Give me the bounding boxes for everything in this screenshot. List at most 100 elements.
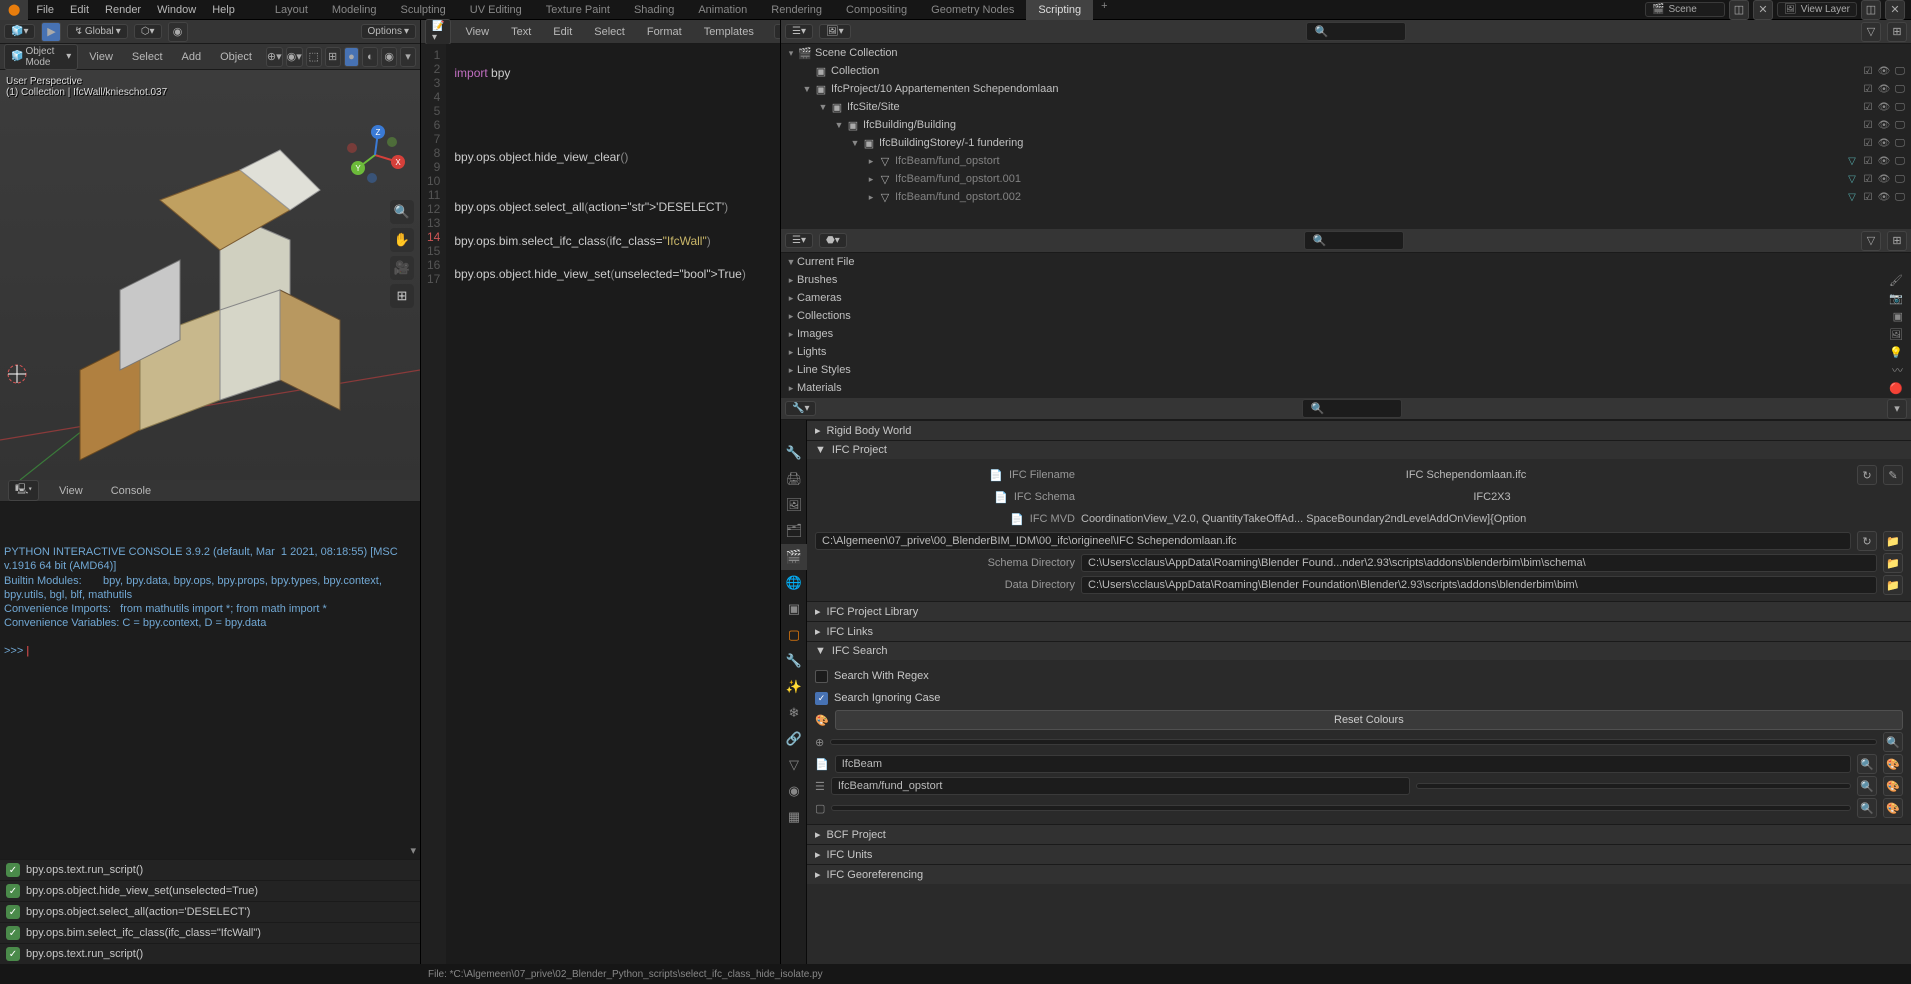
ops-row[interactable]: ✓bpy.ops.object.hide_view_set(unselected… — [0, 880, 420, 901]
te-edit[interactable]: Edit — [545, 22, 580, 42]
hide-icon[interactable]: 👁 — [1877, 138, 1891, 149]
hide-icon[interactable]: 👁 — [1877, 192, 1891, 203]
outliner-filter-icon[interactable]: ▽ — [1861, 22, 1881, 42]
info-view-menu[interactable]: View — [51, 481, 91, 501]
regex-checkbox[interactable] — [815, 670, 828, 683]
modifier-icon[interactable]: ▽ — [1845, 156, 1859, 167]
scene-new-icon[interactable]: ◫ — [1729, 0, 1749, 20]
exclude-icon[interactable]: ☑ — [1861, 84, 1875, 95]
palette-icon[interactable]: 🎨 — [1883, 754, 1903, 774]
scene-del-icon[interactable]: ✕ — [1753, 0, 1773, 20]
disable-icon[interactable]: 🖵 — [1893, 102, 1907, 113]
fb-search[interactable]: 🔍 — [1304, 231, 1404, 250]
hide-icon[interactable]: 👁 — [1877, 102, 1891, 113]
props-search[interactable]: 🔍 — [1302, 399, 1402, 418]
exclude-icon[interactable]: ☑ — [1861, 156, 1875, 167]
section-ifcunits[interactable]: ▸IFC Units — [807, 844, 1911, 864]
ptab-object-icon[interactable]: ▢ — [781, 622, 807, 648]
disable-icon[interactable]: 🖵 — [1893, 120, 1907, 131]
pan-icon[interactable]: ✋ — [390, 228, 414, 252]
search-icon[interactable]: 🔍 — [1857, 776, 1877, 796]
info-console-menu[interactable]: Console — [103, 481, 159, 501]
scene-selector[interactable]: 🎬Scene — [1645, 2, 1725, 17]
tab-uv[interactable]: UV Editing — [458, 0, 534, 20]
ptab-world-icon[interactable]: 🌐 — [781, 570, 807, 596]
search-row-4[interactable] — [831, 805, 1851, 811]
outliner-item[interactable]: ▼▣IfcBuildingStorey/-1 fundering☑👁🖵 — [781, 134, 1911, 152]
file-browser[interactable]: ▼Current File ▸Brushes🖌▸Cameras📷▸Collect… — [781, 253, 1911, 398]
reset-colours-button[interactable]: Reset Colours — [835, 710, 1903, 730]
shade-opts-icon[interactable]: ▾ — [400, 47, 416, 67]
fb-item[interactable]: ▸Lights💡 — [781, 343, 1911, 361]
shade-wire-icon[interactable]: ⊞ — [325, 47, 341, 67]
ptab-particle-icon[interactable]: ✨ — [781, 674, 807, 700]
section-bcf[interactable]: ▸BCF Project — [807, 824, 1911, 844]
ifc-filepath[interactable]: C:\Algemeen\07_prive\00_BlenderBIM_IDM\0… — [815, 532, 1851, 550]
te-select[interactable]: Select — [586, 22, 633, 42]
ptab-output-icon[interactable]: 🖼 — [781, 492, 807, 518]
tab-rendering[interactable]: Rendering — [759, 0, 834, 20]
te-view[interactable]: View — [457, 22, 497, 42]
reload-icon[interactable]: ↻ — [1857, 465, 1877, 485]
fb-type-icon[interactable]: ☰▾ — [785, 233, 813, 248]
ptab-viewlayer-icon[interactable]: 🗂 — [781, 518, 807, 544]
search-row-2[interactable]: IfcBeam — [835, 755, 1851, 773]
edit-icon[interactable]: ✎ — [1883, 465, 1903, 485]
ptab-data-icon[interactable]: ▽ — [781, 752, 807, 778]
ptab-collection-icon[interactable]: ▣ — [781, 596, 807, 622]
section-ifcgeo[interactable]: ▸IFC Georeferencing — [807, 864, 1911, 884]
search-icon[interactable]: 🔍 — [1883, 732, 1903, 752]
text-editor[interactable]: 1234567891011121314151617 import bpy bpy… — [421, 44, 780, 964]
outliner-root[interactable]: ▾🎬 Scene Collection — [781, 44, 1911, 62]
menu-file[interactable]: File — [28, 0, 62, 20]
outliner-item[interactable]: ▸▽IfcBeam/fund_opstort.002▽☑👁🖵 — [781, 188, 1911, 206]
overlay-icon[interactable]: ◉▾ — [286, 47, 303, 67]
disable-icon[interactable]: 🖵 — [1893, 84, 1907, 95]
persp-icon[interactable]: ⊞ — [390, 284, 414, 308]
blender-icon[interactable]: ⬤ — [0, 0, 28, 20]
folder-icon[interactable]: 📁 — [1883, 531, 1903, 551]
tab-modeling[interactable]: Modeling — [320, 0, 389, 20]
outliner-item[interactable]: ▸▽IfcBeam/fund_opstort.001▽☑👁🖵 — [781, 170, 1911, 188]
snap-toggle[interactable]: ⬡▾ — [134, 24, 162, 39]
3d-viewport[interactable]: User Perspective (1) Collection | IfcWal… — [0, 70, 420, 480]
outliner-item[interactable]: ▣Collection☑👁🖵 — [781, 62, 1911, 80]
ptab-physics-icon[interactable]: ❄ — [781, 700, 807, 726]
search-row-3[interactable]: IfcBeam/fund_opstort — [831, 777, 1410, 795]
outliner-item[interactable]: ▸▽IfcBeam/fund_opstort▽☑👁🖵 — [781, 152, 1911, 170]
menu-help[interactable]: Help — [204, 0, 243, 20]
disable-icon[interactable]: 🖵 — [1893, 66, 1907, 77]
outliner-item[interactable]: ▼▣IfcProject/10 Appartementen Schependom… — [781, 80, 1911, 98]
section-rbw[interactable]: ▸Rigid Body World — [807, 420, 1911, 440]
te-text[interactable]: Text — [503, 22, 539, 42]
palette-icon[interactable]: 🎨 — [1883, 776, 1903, 796]
fb-item[interactable]: ▸Collections▣ — [781, 307, 1911, 325]
vp-object-menu[interactable]: Object — [212, 47, 260, 67]
zoom-icon[interactable]: 🔍 — [390, 200, 414, 224]
exclude-icon[interactable]: ☑ — [1861, 102, 1875, 113]
tab-scripting[interactable]: Scripting — [1026, 0, 1093, 20]
python-console[interactable]: PYTHON INTERACTIVE CONSOLE 3.9.2 (defaul… — [0, 502, 420, 859]
disable-icon[interactable]: 🖵 — [1893, 156, 1907, 167]
hide-icon[interactable]: 👁 — [1877, 174, 1891, 185]
hide-icon[interactable]: 👁 — [1877, 84, 1891, 95]
menu-window[interactable]: Window — [149, 0, 204, 20]
te-format[interactable]: Format — [639, 22, 690, 42]
fb-mode-icon[interactable]: ⬣▾ — [819, 233, 847, 248]
camera-icon[interactable]: 🎥 — [390, 256, 414, 280]
outliner-search[interactable]: 🔍 — [1306, 22, 1406, 41]
outliner-mode-icon[interactable]: 🖼▾ — [819, 24, 851, 39]
menu-render[interactable]: Render — [97, 0, 149, 20]
fb-filter-icon[interactable]: ▽ — [1861, 231, 1881, 251]
vp-add-menu[interactable]: Add — [174, 47, 210, 67]
orientation-select[interactable]: ↯ Global ▾ — [67, 24, 127, 39]
ptab-scene-icon[interactable]: 🎬 — [781, 544, 807, 570]
search-icon[interactable]: 🔍 — [1857, 798, 1877, 818]
props-type-icon[interactable]: 🔧▾ — [785, 401, 816, 416]
shade-render-icon[interactable]: ◉ — [381, 47, 397, 67]
reload2-icon[interactable]: ↻ — [1857, 531, 1877, 551]
shade-solid-icon[interactable]: ● — [344, 47, 360, 67]
tab-texpaint[interactable]: Texture Paint — [534, 0, 622, 20]
folder-icon[interactable]: 📁 — [1883, 575, 1903, 595]
outliner[interactable]: ▾🎬 Scene Collection ▣Collection☑👁🖵▼▣IfcP… — [781, 44, 1911, 229]
